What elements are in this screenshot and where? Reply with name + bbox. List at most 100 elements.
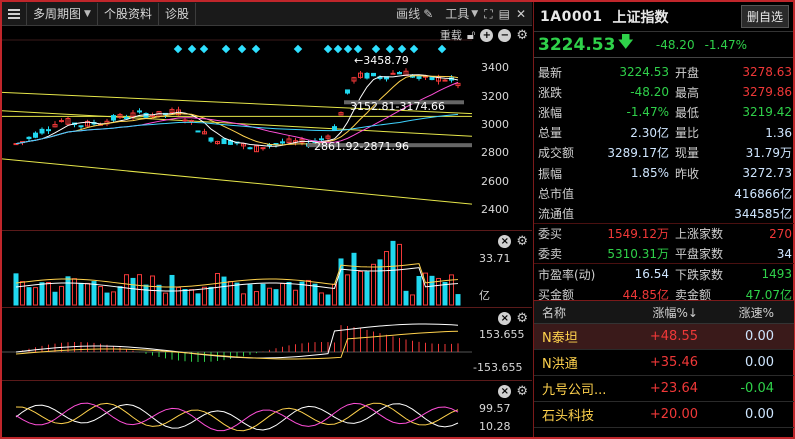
candle-body [208,137,214,142]
volume-bar [351,252,357,306]
volume-bar [254,291,259,306]
signal-diamond [409,44,419,54]
settings-gear-icon[interactable]: ⚙ [516,312,528,325]
volume-bar [455,294,461,306]
multi-period-button[interactable]: 多周期图 ▼ [27,2,98,25]
quote-label: 市盈率(动) [538,267,596,282]
quote-value: -1.47% [626,105,669,120]
signal-diamond [353,44,363,54]
kdj-pane-controls: × ⚙ [498,385,528,398]
volume-bar [280,283,285,306]
candle-body [182,119,188,122]
settings-gear-icon[interactable]: ⚙ [516,29,528,42]
stock-list-row[interactable]: N洪通 +35.46 0.00 [534,350,794,376]
quote-row: 成交额 3289.17亿 现量 31.79万 [534,143,794,163]
volume-bar [52,291,58,306]
zoom-out-icon[interactable]: − [498,29,512,42]
volume-bar [358,271,363,306]
kdj-lower-label: 10.28 [479,420,511,433]
close-icon[interactable]: × [498,235,512,248]
volume-bar [221,276,227,306]
stock-name-cell: N洪通 [542,357,578,372]
macd-upper-label: 153.655 [479,328,525,341]
menu-icon[interactable] [2,2,27,25]
volume-bar [78,282,84,306]
quote-label [671,203,728,223]
price-tick-label: 2600 [481,174,509,188]
volume-bar [59,285,64,306]
quote-label: 平盘家数 [674,247,723,262]
quote-value: 2.30亿 [630,126,669,141]
col-name-header[interactable]: 名称 [534,304,620,321]
lock-icon[interactable]: 🔓︎ [467,29,475,42]
col-pct-header[interactable]: 涨幅%↓ [620,304,702,321]
stock-info-button[interactable]: 个股资料 [98,2,159,25]
close-icon[interactable]: ✕ [516,8,526,20]
col-speed-header[interactable]: 涨速% [702,304,780,321]
quote-value: 1.36 [765,125,792,140]
volume-bar [299,281,305,306]
volume-bar [397,243,402,306]
settings-gear-icon[interactable]: ⚙ [516,385,528,398]
kdj-pane[interactable]: × ⚙ 99.57 10.28 [2,381,532,437]
volume-bar [364,271,370,306]
price-change: -48.20 [655,37,695,52]
price-tick-label: 2400 [481,202,509,216]
close-icon[interactable]: × [498,385,512,398]
quote-value: -48.20 [630,85,669,100]
signal-diamond [323,44,333,54]
volume-bar [403,290,409,306]
restore-button[interactable]: 重载 [440,29,462,42]
macd-pane[interactable]: × ⚙ 153.655 -153.655 [2,308,532,381]
quote-label: 涨跌 [538,85,563,100]
volume-bar [410,294,415,306]
volume-bar [436,277,441,306]
stock-list-body: N泰坦 +48.55 0.00 N洪通 +35.46 0.00 九号公司... +23.64 -… [534,324,794,428]
volume-bar [241,293,246,306]
quote-label: 量比 [674,126,699,141]
quote-panel: 1A0001 上证指数 删自选 3224.53 🡇 -48.20 -1.47% … [533,2,794,437]
volume-bar [117,286,123,306]
diagnosis-button[interactable]: 诊股 [159,2,196,25]
candle-body [221,138,227,145]
signal-diamond [437,44,447,54]
draw-line-button[interactable]: 画线 ✎ [396,5,433,22]
stock-list-row[interactable]: 石头科技 +20.00 0.00 [534,402,794,428]
volume-bar [384,251,389,306]
volume-bar [293,289,298,306]
quote-row: 总量 2.30亿 量比 1.36 [534,123,794,143]
quote-row: 流通值 344585亿 [534,203,794,223]
quote-label: 涨幅 [538,105,563,120]
sidebar-toggle-icon[interactable]: ▤ [499,8,510,20]
settings-gear-icon[interactable]: ⚙ [516,235,528,248]
quote-row: 委卖 5310.31万 平盘家数 34 [534,244,794,264]
candle-body [442,79,448,82]
quote-value: 3224.53 [619,65,669,80]
fullscreen-icon[interactable]: ⛶ [484,8,492,20]
volume-bar [169,274,175,306]
stock-list-row[interactable]: 九号公司... +23.64 -0.04 [534,376,794,402]
high-annotation: ←3458.79 [354,54,409,67]
price-pane[interactable]: 重载 🔓︎ + − ⚙ ←3458.79 3152.81-3174.66 286… [2,26,532,231]
candle-body [397,72,402,75]
volume-bar [156,284,162,306]
macd-pane-controls: × ⚙ [498,312,528,325]
volume-bar [124,274,129,306]
zoom-in-icon[interactable]: + [480,29,494,42]
price-summary: 3224.53 🡇 -48.20 -1.47% [534,32,793,58]
close-icon[interactable]: × [498,312,512,325]
stock-speed-cell: 0.00 [745,329,774,344]
remove-favorite-button[interactable]: 删自选 [740,5,789,28]
volume-bar [228,280,233,306]
volume-pane[interactable]: × ⚙ 33.71 亿 [2,231,532,308]
quote-label: 最高 [674,85,699,100]
chart-toolbar: 多周期图 ▼ 个股资料 诊股 画线 ✎ 工具 ▼ ⛶ ▤ ✕ [2,2,532,26]
tools-button[interactable]: 工具 ▼ [445,5,478,22]
signal-diamond [187,44,197,54]
price-change-pct: -1.47% [704,37,748,52]
volume-bar [111,291,116,306]
signal-diamond [221,44,231,54]
stock-list-row[interactable]: N泰坦 +48.55 0.00 [534,324,794,350]
volume-bar [286,281,292,306]
volume-bar [202,286,207,306]
